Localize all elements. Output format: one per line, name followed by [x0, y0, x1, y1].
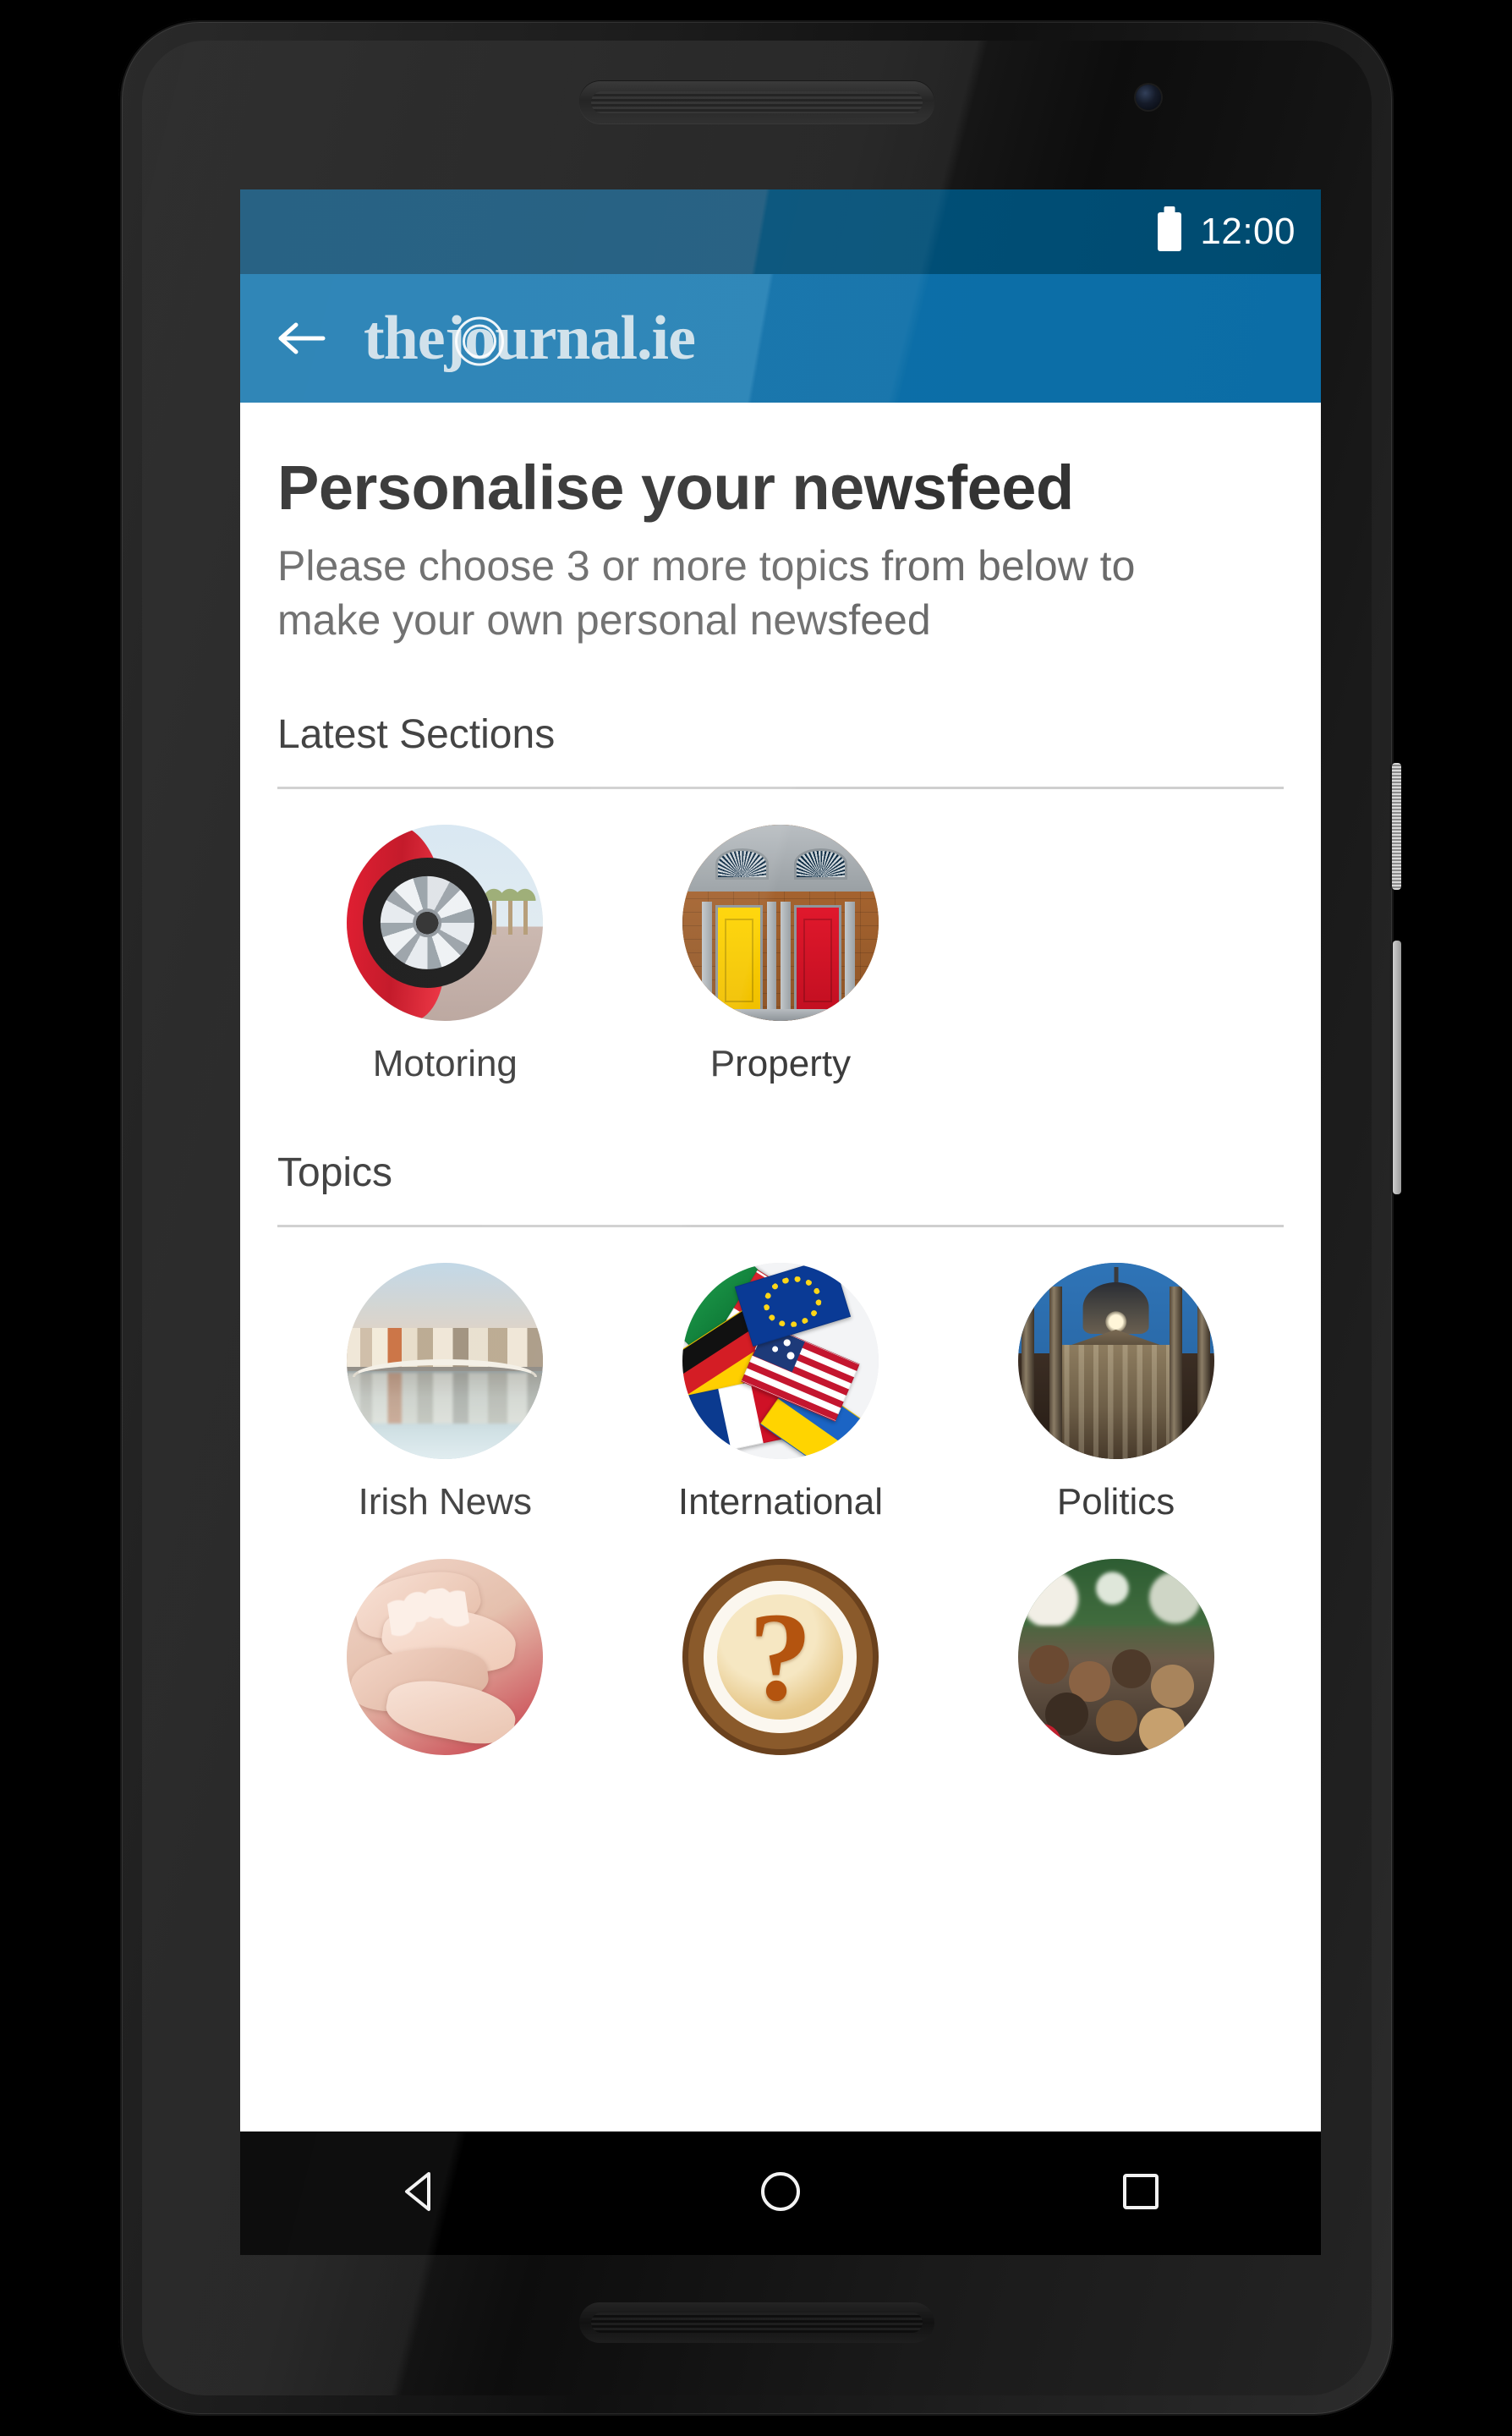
nav-back-triangle-icon[interactable]	[394, 2165, 446, 2222]
question-mark-icon: ?	[748, 1586, 813, 1727]
crowd-head-shape	[1139, 1708, 1185, 1753]
fanlight-window-icon	[794, 848, 847, 880]
topics-grid-row-2: ?	[277, 1559, 1284, 1777]
knuckles-shape	[386, 1584, 473, 1654]
tile-politics[interactable]: Politics	[948, 1263, 1284, 1523]
crowd-head-shape	[1022, 1723, 1061, 1755]
crowd-head-shape	[1096, 1700, 1138, 1742]
door-pillar-shape	[845, 901, 856, 1016]
coffee-cup-shape: ?	[704, 1580, 857, 1734]
content-area: Personalise your newsfeed Please choose …	[240, 403, 1321, 2255]
wheel-hub-shape	[413, 908, 442, 937]
tile-irish-news[interactable]: Irish News	[277, 1263, 613, 1523]
tile-hands[interactable]	[277, 1559, 613, 1777]
crowd-head-shape	[1111, 1649, 1152, 1689]
tile-international[interactable]: International	[613, 1263, 949, 1523]
tile-label-irish-news: Irish News	[358, 1481, 532, 1522]
tile-coffee-question[interactable]: ?	[613, 1559, 949, 1777]
international-thumbnail[interactable]	[682, 1263, 879, 1459]
app-logo-swirl-o: o	[455, 303, 505, 375]
section-divider	[277, 787, 1284, 789]
international-artwork	[682, 1263, 879, 1459]
palm-tree-icon	[480, 886, 507, 935]
irish-news-artwork	[347, 1263, 544, 1459]
crowd-head-shape	[1151, 1665, 1195, 1709]
bottom-speaker-grille	[579, 2302, 934, 2343]
swirl-rings-icon	[455, 316, 505, 366]
app-logo: thej o urnal.ie	[364, 303, 696, 375]
hands-thumbnail[interactable]	[347, 1559, 544, 1755]
app-logo-suffix: urnal.ie	[495, 303, 696, 373]
irish-news-thumbnail[interactable]	[347, 1263, 544, 1459]
yellow-door-shape	[715, 905, 764, 1016]
column-shape	[1197, 1286, 1210, 1459]
water-reflection-shape	[347, 1372, 544, 1424]
palm-tree-icon	[512, 886, 539, 935]
back-arrow-icon[interactable]	[277, 319, 326, 358]
dome-light-glow	[1104, 1310, 1127, 1333]
column-shape	[1022, 1286, 1035, 1459]
coffee-question-thumbnail[interactable]: ?	[682, 1559, 879, 1755]
section-heading-topics: Topics	[277, 1150, 393, 1195]
topics-grid-row-1: Irish News International Politics	[277, 1263, 1284, 1523]
tile-property[interactable]: Property	[613, 825, 949, 1085]
motoring-artwork	[347, 825, 544, 1021]
car-tyre-shape	[362, 858, 492, 988]
stone-lintel-shape	[682, 825, 879, 892]
tile-crowd[interactable]	[948, 1559, 1284, 1777]
device-inner-body: 12:00 thej o urnal.ie Personalise your new…	[142, 41, 1372, 2395]
android-navigation-bar	[240, 2132, 1321, 2255]
phone-screen: 12:00 thej o urnal.ie Personalise your new…	[240, 189, 1321, 2255]
column-shape	[1049, 1286, 1062, 1459]
phone-device-frame: 12:00 thej o urnal.ie Personalise your new…	[118, 19, 1401, 2417]
earpiece-speaker	[579, 81, 934, 123]
property-thumbnail[interactable]	[682, 825, 879, 1021]
latest-sections-grid: Motoring Property	[277, 825, 1284, 1085]
crowd-background-blur	[1017, 1559, 1214, 1626]
crowd-artwork	[1017, 1559, 1214, 1755]
power-button[interactable]	[1392, 763, 1401, 890]
page-title: Personalise your newsfeed	[277, 453, 1074, 523]
tile-motoring[interactable]: Motoring	[277, 825, 613, 1085]
door-pillar-shape	[766, 901, 777, 1016]
page-subtitle: Please choose 3 or more topics from belo…	[277, 542, 1136, 644]
red-door-shape	[794, 905, 841, 1016]
crowd-thumbnail[interactable]	[1017, 1559, 1214, 1755]
building-facade-shape	[1049, 1345, 1183, 1459]
palm-tree-icon	[496, 886, 523, 935]
status-bar: 12:00	[240, 189, 1321, 274]
hand-shape	[381, 1672, 520, 1752]
property-artwork	[682, 825, 879, 1021]
motoring-thumbnail[interactable]	[347, 825, 544, 1021]
door-pillar-shape	[702, 901, 712, 1016]
section-heading-latest-sections: Latest Sections	[277, 712, 556, 757]
column-shape	[1170, 1286, 1183, 1459]
battery-full-icon	[1158, 212, 1182, 251]
coffee-question-artwork: ?	[682, 1559, 879, 1755]
front-camera-icon	[1136, 85, 1161, 110]
nav-home-circle-icon[interactable]	[754, 2165, 807, 2222]
tile-empty-slot	[948, 825, 1284, 1085]
nav-recents-square-icon[interactable]	[1115, 2165, 1167, 2222]
tile-label-property: Property	[709, 1043, 852, 1084]
politics-thumbnail[interactable]	[1017, 1263, 1214, 1459]
status-bar-clock: 12:00	[1200, 211, 1296, 252]
politics-artwork	[1017, 1263, 1214, 1459]
volume-rocker-button[interactable]	[1393, 941, 1401, 1194]
app-logo-prefix: thej	[364, 303, 465, 373]
tile-label-international: International	[677, 1481, 884, 1522]
crowd-head-shape	[1029, 1645, 1069, 1685]
tile-label-motoring: Motoring	[372, 1043, 518, 1084]
door-pillar-shape	[780, 901, 791, 1016]
section-divider	[277, 1225, 1284, 1227]
tile-label-politics: Politics	[1056, 1481, 1175, 1522]
hands-artwork	[347, 1559, 544, 1755]
fanlight-window-icon	[715, 848, 769, 880]
door-step-shape	[682, 1009, 879, 1021]
app-bar: thej o urnal.ie	[240, 274, 1321, 403]
